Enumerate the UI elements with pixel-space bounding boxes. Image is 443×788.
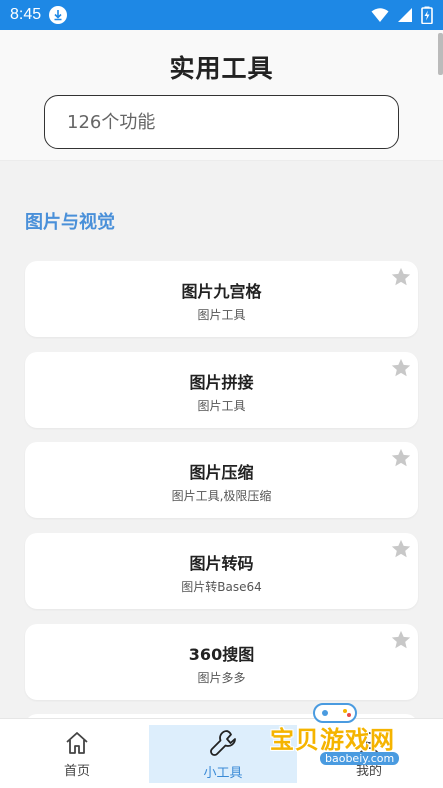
watermark-url: baobeiy.com — [320, 752, 400, 765]
search-input[interactable] — [67, 111, 398, 133]
star-icon[interactable] — [390, 447, 412, 469]
tool-card-subtitle: 图片工具 — [197, 399, 246, 413]
page-title: 实用工具 — [169, 54, 274, 83]
tool-card-subtitle: 图片转Base64 — [181, 580, 262, 594]
star-icon[interactable] — [390, 538, 412, 560]
watermark-text: 宝贝游戏网 — [270, 726, 395, 754]
tool-card-subtitle: 图片工具 — [197, 308, 246, 322]
tool-card[interactable]: 图片转码 图片转Base64 — [25, 533, 418, 609]
status-icons — [371, 6, 433, 24]
tool-card-title: 图片转码 — [189, 554, 254, 573]
download-icon — [49, 6, 68, 24]
tool-card[interactable]: 图片拼接 图片工具 — [25, 352, 418, 428]
watermark-logo: 宝贝游戏网 baobeiy.com — [266, 700, 416, 780]
nav-item-home[interactable]: 首页 — [3, 719, 151, 788]
tool-card-title: 360搜图 — [188, 645, 255, 664]
tool-card-title: 图片九宫格 — [181, 282, 262, 301]
header: 实用工具 — [0, 30, 443, 161]
scrollbar[interactable] — [438, 33, 443, 75]
tool-card[interactable]: 图片压缩 图片工具,极限压缩 — [25, 442, 418, 518]
nav-label-home: 首页 — [63, 763, 90, 779]
status-time: 8:45 — [10, 6, 42, 23]
tool-card-title: 图片拼接 — [189, 373, 254, 392]
search-box[interactable] — [44, 95, 399, 149]
home-icon — [66, 731, 88, 754]
tool-card-subtitle: 图片工具,极限压缩 — [171, 489, 272, 503]
status-bar: 8:45 — [0, 0, 443, 30]
section-title: 图片与视觉 — [25, 212, 115, 233]
tool-card-subtitle: 图片多多 — [197, 671, 246, 685]
signal-icon — [398, 8, 412, 22]
nav-label-tools: 小工具 — [203, 765, 243, 781]
star-icon[interactable] — [390, 629, 412, 651]
tool-card-title: 图片压缩 — [189, 463, 254, 482]
tool-card[interactable]: 图片九宫格 图片工具 — [25, 261, 418, 337]
wrench-icon — [210, 729, 236, 756]
tool-card[interactable]: 360搜图 图片多多 — [25, 624, 418, 700]
star-icon[interactable] — [390, 357, 412, 379]
wifi-icon — [371, 8, 389, 22]
star-icon[interactable] — [390, 266, 412, 288]
battery-icon — [421, 6, 433, 24]
